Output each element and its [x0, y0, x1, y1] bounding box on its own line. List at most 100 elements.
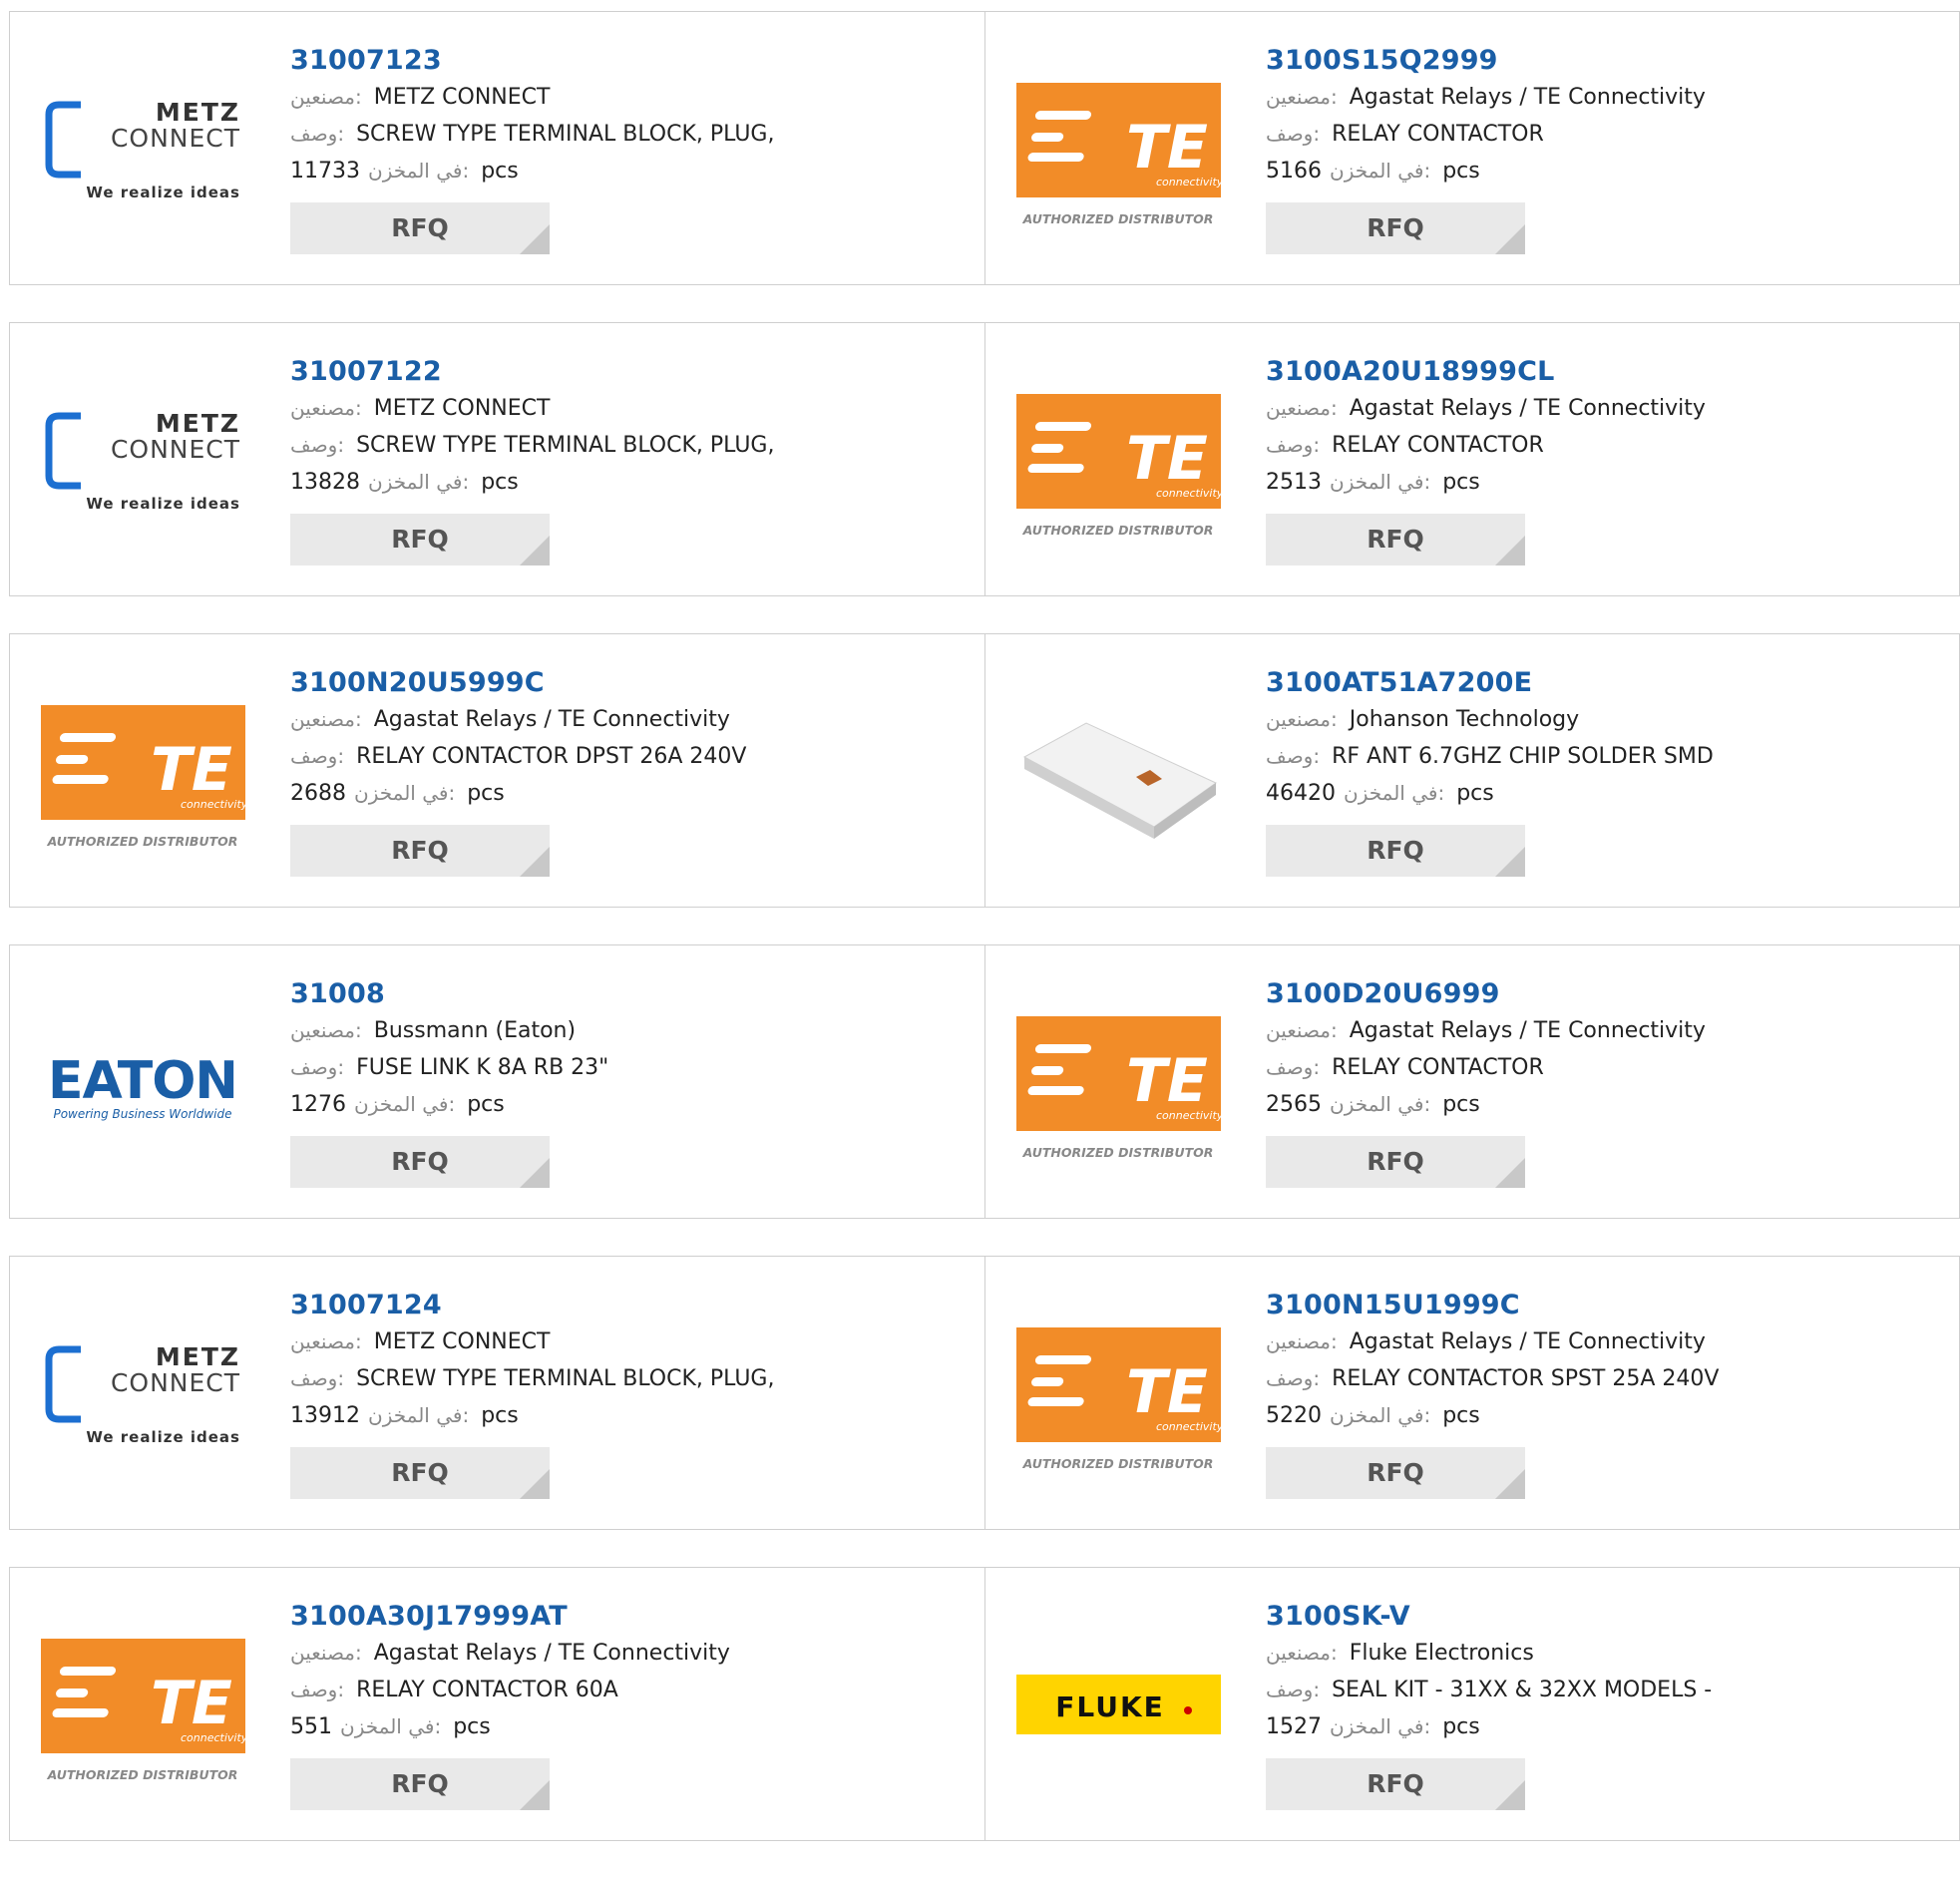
- rfq-corner-icon: [1495, 847, 1525, 877]
- te-wordmark: TE: [1126, 1357, 1208, 1427]
- te-subtitle: connectivity: [1156, 176, 1221, 188]
- rfq-button[interactable]: RFQ: [1266, 825, 1525, 877]
- manufacturer-logo[interactable]: TE connectivity AUTHORIZED DISTRIBUTOR: [41, 1609, 245, 1800]
- description-value: SCREW TYPE TERMINAL BLOCK, PLUG,: [356, 433, 775, 458]
- manufacturer-logo[interactable]: METZ CONNECT We realize ideas: [41, 53, 245, 244]
- manufacturer-row: مصنعين: Bussmann (Eaton): [290, 1012, 969, 1049]
- rfq-button[interactable]: RFQ: [1266, 1447, 1525, 1499]
- description-label: وصف:: [290, 744, 345, 768]
- manufacturer-label: مصنعين:: [1266, 396, 1338, 420]
- eaton-logo: EATONPowering Business Worldwide: [48, 1051, 238, 1121]
- part-number-link[interactable]: 3100S15Q2999: [1266, 43, 1498, 79]
- te-subtitle: connectivity: [1156, 1109, 1221, 1122]
- part-number-link[interactable]: 31008: [290, 976, 385, 1012]
- stock-value: 2688: [290, 781, 346, 806]
- rfq-button[interactable]: RFQ: [290, 1136, 550, 1188]
- manufacturer-label: مصنعين:: [290, 85, 362, 109]
- manufacturer-logo[interactable]: TE connectivity AUTHORIZED DISTRIBUTOR: [1016, 986, 1221, 1178]
- stock-row: 13912 في المخزن: pcs: [290, 1397, 969, 1434]
- manufacturer-label: مصنعين:: [290, 1641, 362, 1665]
- part-number-link[interactable]: 3100AT51A7200E: [1266, 665, 1532, 701]
- stock-label: في المخزن:: [340, 1714, 442, 1738]
- stock-row: 13828 في المخزن: pcs: [290, 464, 969, 501]
- rfq-label: RFQ: [391, 1769, 449, 1798]
- rfq-button[interactable]: RFQ: [290, 514, 550, 565]
- stock-row: 5220 في المخزن: pcs: [1266, 1397, 1944, 1434]
- rfq-label: RFQ: [391, 213, 449, 242]
- stock-value: 5220: [1266, 1403, 1322, 1428]
- rfq-corner-icon: [520, 536, 550, 565]
- description-label: وصف:: [1266, 744, 1321, 768]
- product-info: 3100A20U18999CL مصنعين: Agastat Relays / …: [1266, 354, 1944, 565]
- te-wordmark: TE: [1126, 113, 1208, 183]
- part-number-link[interactable]: 3100A20U18999CL: [1266, 354, 1555, 390]
- manufacturer-value: Bussmann (Eaton): [373, 1018, 577, 1043]
- manufacturer-label: مصنعين:: [1266, 85, 1338, 109]
- description-row: وصف: RELAY CONTACTOR: [1266, 1049, 1944, 1086]
- description-value: RELAY CONTACTOR 60A: [356, 1678, 618, 1702]
- stock-value: 1527: [1266, 1714, 1322, 1739]
- description-value: RELAY CONTACTOR: [1332, 122, 1544, 147]
- product-card: TE connectivity AUTHORIZED DISTRIBUTOR 310…: [984, 12, 1959, 284]
- te-caption: AUTHORIZED DISTRIBUTOR: [47, 834, 238, 849]
- stock-value: 13828: [290, 470, 360, 495]
- description-row: وصف: FUSE LINK K 8A RB 23": [290, 1049, 969, 1086]
- manufacturer-logo[interactable]: [1016, 675, 1221, 867]
- stock-label: في المخزن:: [1330, 1403, 1431, 1427]
- part-number-link[interactable]: 3100SK-V: [1266, 1599, 1410, 1635]
- part-number-link[interactable]: 3100N20U5999C: [290, 665, 545, 701]
- rfq-corner-icon: [520, 1158, 550, 1188]
- manufacturer-logo[interactable]: FLUKE: [1016, 1609, 1221, 1800]
- rfq-button[interactable]: RFQ: [1266, 1758, 1525, 1810]
- manufacturer-logo[interactable]: METZ CONNECT We realize ideas: [41, 1298, 245, 1489]
- rfq-label: RFQ: [391, 1458, 449, 1487]
- rfq-button[interactable]: RFQ: [290, 1758, 550, 1810]
- part-number-link[interactable]: 3100D20U6999: [1266, 976, 1500, 1012]
- rfq-label: RFQ: [1367, 213, 1424, 242]
- description-value: FUSE LINK K 8A RB 23": [356, 1055, 609, 1080]
- description-value: SEAL KIT - 31XX & 32XX MODELS -: [1332, 1678, 1713, 1702]
- stock-unit: pcs: [467, 1092, 505, 1117]
- manufacturer-logo[interactable]: TE connectivity AUTHORIZED DISTRIBUTOR: [41, 675, 245, 867]
- part-number-link[interactable]: 31007122: [290, 354, 442, 390]
- product-info: 3100SK-V مصنعين: Fluke Electronics وصف: SE…: [1266, 1599, 1944, 1810]
- rfq-button[interactable]: RFQ: [290, 825, 550, 877]
- stock-value: 5166: [1266, 159, 1322, 184]
- product-info: 3100AT51A7200E مصنعين: Johanson Technolog…: [1266, 665, 1944, 877]
- te-caption: AUTHORIZED DISTRIBUTOR: [1022, 211, 1214, 226]
- te-wordmark: TE: [1126, 1046, 1208, 1116]
- rfq-label: RFQ: [1367, 836, 1424, 865]
- rfq-button[interactable]: RFQ: [1266, 514, 1525, 565]
- eaton-tagline: Powering Business Worldwide: [53, 1107, 231, 1121]
- metz-connect-logo: METZCONNECT We realize ideas: [45, 98, 239, 201]
- part-number-link[interactable]: 31007123: [290, 43, 442, 79]
- product-card: TE connectivity AUTHORIZED DISTRIBUTOR 310…: [10, 1568, 984, 1840]
- manufacturer-logo[interactable]: TE connectivity AUTHORIZED DISTRIBUTOR: [1016, 364, 1221, 556]
- rfq-button[interactable]: RFQ: [1266, 202, 1525, 254]
- part-number-link[interactable]: 3100A30J17999AT: [290, 1599, 568, 1635]
- manufacturer-label: مصنعين:: [290, 1018, 362, 1042]
- rfq-label: RFQ: [391, 1147, 449, 1176]
- rfq-button[interactable]: RFQ: [290, 1447, 550, 1499]
- manufacturer-value: Agastat Relays / TE Connectivity: [1349, 85, 1706, 110]
- te-caption: AUTHORIZED DISTRIBUTOR: [1022, 1456, 1214, 1471]
- product-card: TE connectivity AUTHORIZED DISTRIBUTOR 310…: [10, 634, 984, 907]
- rfq-button[interactable]: RFQ: [290, 202, 550, 254]
- manufacturer-logo[interactable]: TE connectivity AUTHORIZED DISTRIBUTOR: [1016, 1298, 1221, 1489]
- stock-unit: pcs: [481, 159, 519, 184]
- product-row: TE connectivity AUTHORIZED DISTRIBUTOR 310…: [9, 1567, 1960, 1841]
- manufacturer-logo[interactable]: TE connectivity AUTHORIZED DISTRIBUTOR: [1016, 53, 1221, 244]
- stock-row: 11733 في المخزن: pcs: [290, 153, 969, 189]
- rfq-label: RFQ: [391, 525, 449, 554]
- manufacturer-logo[interactable]: EATON Powering Business Worldwide: [41, 986, 245, 1178]
- manufacturer-logo[interactable]: METZ CONNECT We realize ideas: [41, 364, 245, 556]
- stock-value: 46420: [1266, 781, 1336, 806]
- rfq-button[interactable]: RFQ: [1266, 1136, 1525, 1188]
- manufacturer-label: مصنعين:: [290, 707, 362, 731]
- part-number-link[interactable]: 31007124: [290, 1288, 442, 1323]
- description-label: وصف:: [290, 1678, 345, 1701]
- part-number-link[interactable]: 3100N15U1999C: [1266, 1288, 1520, 1323]
- manufacturer-value: METZ CONNECT: [373, 1329, 551, 1354]
- manufacturer-value: Johanson Technology: [1349, 707, 1580, 732]
- product-row: EATON Powering Business Worldwide 31008 م…: [9, 944, 1960, 1219]
